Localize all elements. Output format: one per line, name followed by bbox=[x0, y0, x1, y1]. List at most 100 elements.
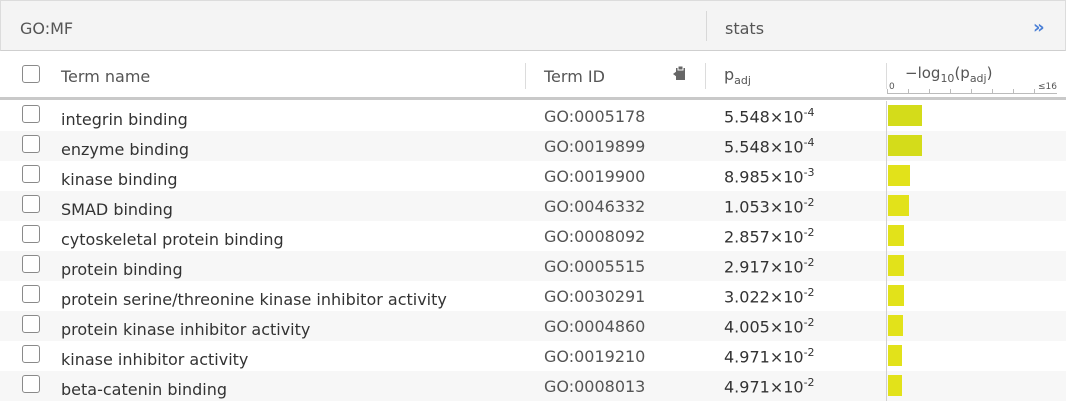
bar-baseline bbox=[886, 311, 887, 341]
padj-exponent: -2 bbox=[803, 376, 815, 389]
padj-header[interactable]: padj bbox=[724, 65, 751, 87]
row-checkbox[interactable] bbox=[22, 195, 40, 213]
term-name[interactable]: kinase inhibitor activity bbox=[61, 350, 248, 369]
term-name[interactable]: enzyme binding bbox=[61, 140, 189, 159]
padj-mantissa: 4.005 bbox=[724, 317, 770, 337]
term-id[interactable]: GO:0005515 bbox=[544, 257, 645, 276]
significance-bar[interactable] bbox=[888, 135, 922, 156]
term-name[interactable]: protein binding bbox=[61, 260, 183, 279]
bar-baseline bbox=[886, 131, 887, 161]
bar-baseline bbox=[886, 341, 887, 371]
term-id[interactable]: GO:0030291 bbox=[544, 287, 645, 306]
padj-exponent: -2 bbox=[803, 256, 815, 269]
padj-exponent: -2 bbox=[803, 316, 815, 329]
bar-baseline bbox=[886, 281, 887, 311]
table-row[interactable]: kinase binding GO:0019900 8.985×10-3 bbox=[0, 161, 1066, 191]
term-name-header[interactable]: Term name bbox=[61, 67, 150, 86]
axis-tick bbox=[992, 89, 993, 93]
row-checkbox[interactable] bbox=[22, 345, 40, 363]
significance-bar[interactable] bbox=[888, 375, 902, 396]
neglog-header-base: 10 bbox=[940, 72, 955, 85]
significance-bar[interactable] bbox=[888, 165, 910, 186]
table-row[interactable]: protein kinase inhibitor activity GO:000… bbox=[0, 311, 1066, 341]
padj-value: 5.548×10-4 bbox=[724, 106, 815, 127]
table-row[interactable]: enzyme binding GO:0019899 5.548×10-4 bbox=[0, 131, 1066, 161]
neglog-header-open: (p bbox=[954, 64, 970, 82]
table-row[interactable]: protein binding GO:0005515 2.917×10-2 bbox=[0, 251, 1066, 281]
term-id[interactable]: GO:0046332 bbox=[544, 197, 645, 216]
padj-value: 3.022×10-2 bbox=[724, 286, 815, 307]
select-all-checkbox[interactable] bbox=[22, 65, 40, 83]
row-checkbox[interactable] bbox=[22, 255, 40, 273]
table-row[interactable]: cytoskeletal protein binding GO:0008092 … bbox=[0, 221, 1066, 251]
column-divider bbox=[525, 63, 526, 89]
padj-header-sub: adj bbox=[734, 74, 751, 88]
stats-label: stats bbox=[725, 19, 765, 38]
row-checkbox[interactable] bbox=[22, 315, 40, 333]
term-id[interactable]: GO:0019210 bbox=[544, 347, 645, 366]
term-id-header[interactable]: Term ID bbox=[544, 67, 605, 86]
padj-exponent: -2 bbox=[803, 286, 815, 299]
bar-baseline bbox=[886, 371, 887, 401]
term-id[interactable]: GO:0008013 bbox=[544, 377, 645, 396]
term-id[interactable]: GO:0019900 bbox=[544, 167, 645, 186]
padj-mantissa: 8.985 bbox=[724, 167, 770, 187]
column-divider bbox=[886, 63, 887, 89]
copy-to-clipboard-icon[interactable] bbox=[671, 65, 689, 83]
axis-max-label: ≤16 bbox=[1038, 82, 1057, 92]
significance-bar[interactable] bbox=[888, 255, 904, 276]
table-row[interactable]: kinase inhibitor activity GO:0019210 4.9… bbox=[0, 341, 1066, 371]
axis-tick bbox=[887, 89, 888, 93]
padj-exponent: -2 bbox=[803, 226, 815, 239]
header-divider bbox=[706, 11, 707, 41]
padj-value: 4.971×10-2 bbox=[724, 346, 815, 367]
row-checkbox[interactable] bbox=[22, 225, 40, 243]
source-header: GO:MF stats » bbox=[0, 0, 1066, 51]
row-checkbox[interactable] bbox=[22, 165, 40, 183]
neglog-header-prefix: −log bbox=[905, 64, 941, 82]
significance-bar[interactable] bbox=[888, 345, 902, 366]
term-name[interactable]: beta-catenin binding bbox=[61, 380, 227, 399]
padj-exponent: -2 bbox=[803, 346, 815, 359]
term-id[interactable]: GO:0004860 bbox=[544, 317, 645, 336]
significance-bar[interactable] bbox=[888, 285, 904, 306]
row-checkbox[interactable] bbox=[22, 105, 40, 123]
axis-tick bbox=[971, 89, 972, 93]
padj-value: 2.857×10-2 bbox=[724, 226, 815, 247]
term-id[interactable]: GO:0019899 bbox=[544, 137, 645, 156]
padj-value: 4.005×10-2 bbox=[724, 316, 815, 337]
padj-mantissa: 4.971 bbox=[724, 377, 770, 397]
term-name[interactable]: kinase binding bbox=[61, 170, 178, 189]
row-checkbox[interactable] bbox=[22, 375, 40, 393]
row-checkbox[interactable] bbox=[22, 285, 40, 303]
term-id[interactable]: GO:0005178 bbox=[544, 107, 645, 126]
table-row[interactable]: beta-catenin binding GO:0008013 4.971×10… bbox=[0, 371, 1066, 401]
padj-value: 5.548×10-4 bbox=[724, 136, 815, 157]
significance-bar[interactable] bbox=[888, 105, 922, 126]
bar-baseline bbox=[886, 221, 887, 251]
axis-tick bbox=[929, 89, 930, 93]
neglog-header[interactable]: −log10(padj) bbox=[905, 64, 992, 85]
padj-value: 1.053×10-2 bbox=[724, 196, 815, 217]
table-row[interactable]: SMAD binding GO:0046332 1.053×10-2 bbox=[0, 191, 1066, 221]
significance-bar[interactable] bbox=[888, 225, 904, 246]
term-id[interactable]: GO:0008092 bbox=[544, 227, 645, 246]
padj-exponent: -4 bbox=[803, 136, 815, 149]
term-name[interactable]: integrin binding bbox=[61, 110, 188, 129]
padj-mantissa: 5.548 bbox=[724, 107, 770, 127]
term-name[interactable]: protein serine/threonine kinase inhibito… bbox=[61, 290, 447, 309]
table-row[interactable]: protein serine/threonine kinase inhibito… bbox=[0, 281, 1066, 311]
row-checkbox[interactable] bbox=[22, 135, 40, 153]
axis-tick bbox=[1013, 89, 1014, 93]
term-name[interactable]: protein kinase inhibitor activity bbox=[61, 320, 310, 339]
term-name[interactable]: cytoskeletal protein binding bbox=[61, 230, 284, 249]
padj-header-p: p bbox=[724, 65, 735, 84]
padj-value: 2.917×10-2 bbox=[724, 256, 815, 277]
expand-columns-icon[interactable]: » bbox=[1033, 17, 1045, 38]
significance-bar[interactable] bbox=[888, 315, 903, 336]
results-table: integrin binding GO:0005178 5.548×10-4 e… bbox=[0, 101, 1066, 401]
table-row[interactable]: integrin binding GO:0005178 5.548×10-4 bbox=[0, 101, 1066, 131]
significance-bar[interactable] bbox=[888, 195, 909, 216]
term-name[interactable]: SMAD binding bbox=[61, 200, 173, 219]
padj-value: 4.971×10-2 bbox=[724, 376, 815, 397]
